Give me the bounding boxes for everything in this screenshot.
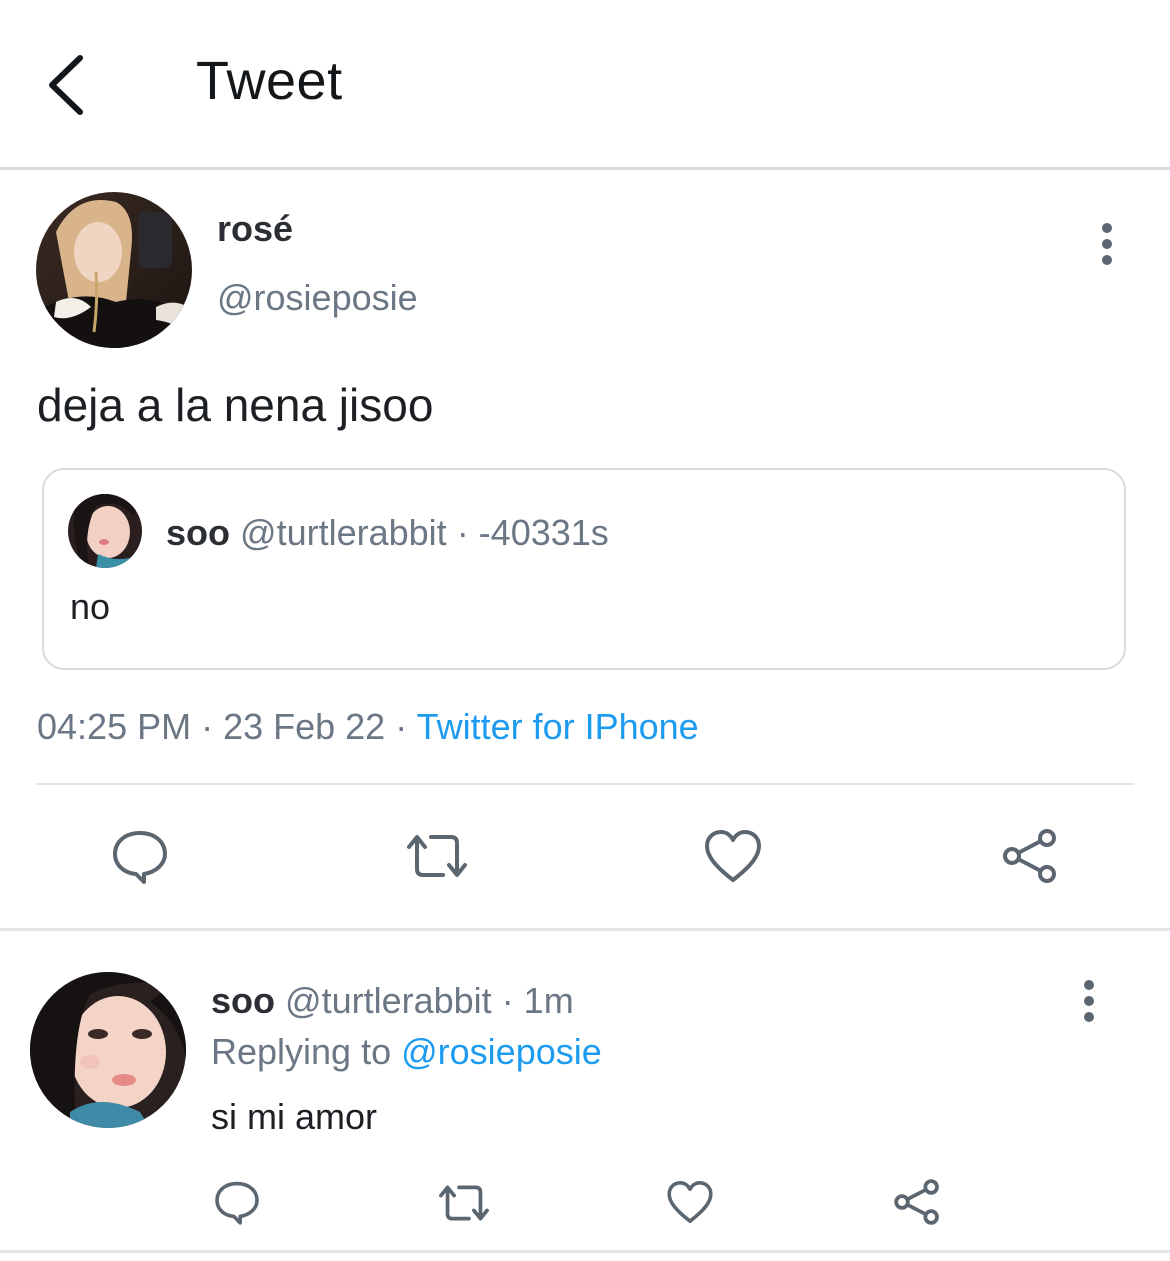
quoted-tweet-card[interactable] <box>42 468 1126 670</box>
back-arrow-icon <box>49 55 83 115</box>
reply-author-avatar[interactable] <box>30 972 186 1128</box>
like-icon <box>705 830 761 882</box>
like-icon <box>667 1181 713 1223</box>
reply-time: · 1m <box>501 980 574 1021</box>
more-vertical-icon <box>1084 980 1094 1022</box>
divider <box>36 783 1134 785</box>
quoted-author-handle[interactable]: @turtlerabbit <box>240 512 447 553</box>
back-button[interactable] <box>40 50 100 120</box>
more-options-button[interactable] <box>1097 222 1117 266</box>
reply-avatar-image <box>30 972 186 1128</box>
retweet-icon <box>407 835 467 877</box>
author-avatar-image <box>36 192 192 348</box>
replying-to-mention[interactable]: @rosieposie <box>401 1031 602 1072</box>
header-divider <box>0 167 1170 170</box>
reply-more-options-button[interactable] <box>1079 979 1099 1023</box>
reply-author-handle[interactable]: @turtlerabbit <box>285 980 492 1021</box>
quoted-author-name[interactable]: soo <box>166 512 230 553</box>
page-title: Tweet <box>196 51 343 111</box>
reply-like-button[interactable] <box>666 1179 714 1225</box>
share-icon <box>1003 829 1056 883</box>
author-avatar[interactable] <box>36 192 192 348</box>
section-divider <box>0 928 1170 931</box>
quoted-tweet-time: · -40331s <box>456 512 609 553</box>
reply-retweet-button[interactable] <box>436 1182 492 1224</box>
tweet-timestamp-line: 04:25 PM · 23 Feb 22 · Twitter for IPhon… <box>37 706 699 748</box>
reply-author-name[interactable]: soo <box>211 980 275 1021</box>
more-vertical-icon <box>1102 223 1112 265</box>
share-button[interactable] <box>1000 826 1060 886</box>
share-icon <box>894 1179 939 1225</box>
like-button[interactable] <box>703 828 763 884</box>
author-handle[interactable]: @rosieposie <box>217 277 418 319</box>
top-bar <box>0 0 1170 168</box>
quoted-author-avatar[interactable] <box>68 494 142 568</box>
reply-meta: soo @turtlerabbit · 1m <box>211 980 574 1022</box>
retweet-icon <box>439 1185 489 1221</box>
tweet-text: deja a la nena jisoo <box>37 379 434 431</box>
reply-button[interactable] <box>110 826 170 886</box>
reply-text: si mi amor <box>211 1096 378 1137</box>
reply-icon <box>113 831 167 884</box>
replying-to-line: Replying to @rosieposie <box>211 1031 602 1073</box>
replying-to-label: Replying to <box>211 1031 392 1072</box>
reply-share-button[interactable] <box>892 1177 942 1227</box>
quoted-avatar-image <box>68 494 142 568</box>
bottom-divider <box>0 1250 1170 1253</box>
tweet-source-link[interactable]: Twitter for IPhone <box>417 706 699 747</box>
reply-reply-button[interactable] <box>213 1177 261 1227</box>
retweet-button[interactable] <box>403 831 471 881</box>
quoted-tweet-text: no <box>70 586 111 627</box>
reply-icon <box>215 1181 259 1225</box>
tweet-timestamp: 04:25 PM · 23 Feb 22 · <box>37 706 408 747</box>
author-name[interactable]: rosé <box>217 208 293 250</box>
quoted-tweet-meta: soo @turtlerabbit · -40331s <box>166 512 609 554</box>
